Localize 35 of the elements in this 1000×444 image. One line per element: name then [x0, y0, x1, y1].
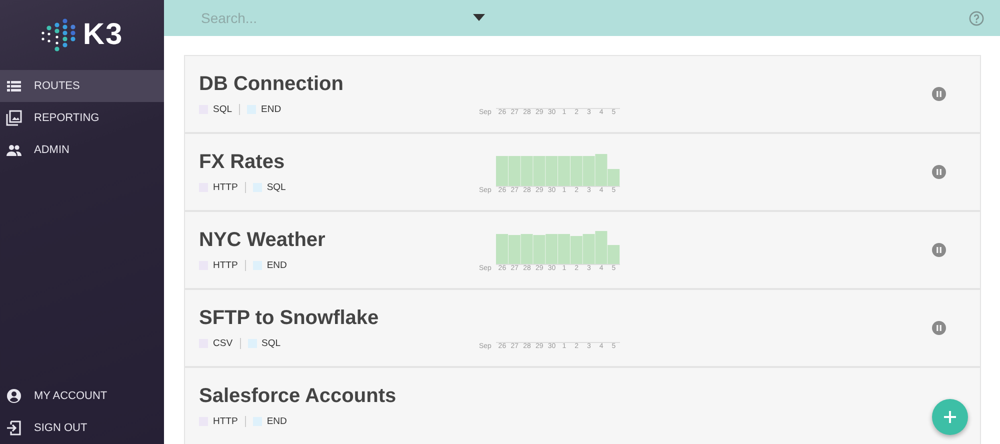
tag-label: SQL	[262, 338, 281, 349]
pause-icon[interactable]	[932, 165, 946, 179]
dots-logo-icon	[40, 17, 77, 53]
plus-icon	[944, 411, 956, 423]
tag-label: SQL	[213, 104, 232, 115]
sidebar-item[interactable]: REPORTING	[0, 102, 164, 134]
help-icon[interactable]	[969, 10, 984, 26]
logo-text: K3	[82, 18, 124, 52]
gallery-icon	[6, 110, 22, 126]
sidebar-item[interactable]: ADMIN	[0, 134, 164, 166]
pause-icon[interactable]	[932, 321, 946, 335]
tag-label: CSV	[213, 338, 233, 349]
account-icon	[6, 388, 22, 404]
route-name: NYC Weather	[199, 229, 326, 252]
tag-label: HTTP	[213, 416, 238, 427]
sidebar-item[interactable]: ROUTES	[0, 70, 164, 102]
sidebar-item[interactable]: MY ACCOUNT	[0, 380, 164, 412]
route-name: DB Connection	[199, 73, 344, 96]
pause-icon[interactable]	[932, 87, 946, 101]
tag-label: END	[266, 416, 287, 427]
people-icon	[6, 142, 22, 158]
pause-icon[interactable]	[932, 243, 946, 257]
tag-label: SQL	[266, 182, 286, 193]
sign-out-icon	[6, 420, 22, 436]
sidebar-item[interactable]: SIGN OUT	[0, 412, 164, 444]
tag-label: HTTP	[213, 182, 238, 193]
caret-icon[interactable]	[473, 14, 485, 22]
route-card[interactable]: Salesforce Accounts HTTP END	[185, 368, 980, 444]
route-name: Salesforce Accounts	[199, 385, 398, 408]
tag-label: END	[266, 260, 287, 271]
tag-label: END	[261, 104, 282, 115]
list-icon	[6, 78, 22, 94]
route-name: FX Rates	[199, 151, 286, 174]
tag-label: HTTP	[213, 260, 238, 271]
route-name: SFTP to Snowflake	[199, 307, 380, 330]
